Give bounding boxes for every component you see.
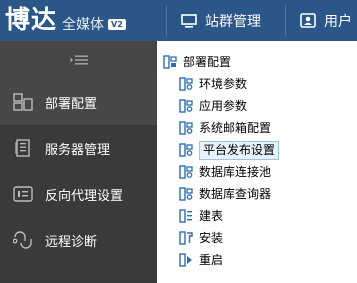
tree-node-label: 安装 [199,231,224,245]
tree-node-system-email-config[interactable]: 系统邮箱配置 [179,118,271,138]
nav-item-site-management[interactable]: 站群管理 [181,0,261,41]
version-badge: V2 [108,18,126,30]
tree-config-icon [179,121,193,135]
logo-subtitle: 全媒体 [62,16,105,33]
tree-node-label: 建表 [199,209,224,223]
tree-node-label: 系统邮箱配置 [199,121,272,135]
deploy-config-icon [13,93,33,111]
tree-node-label: 重启 [199,253,224,267]
tree-node-db-connection-pool[interactable]: 数据库连接池 [179,162,271,182]
nav-label: 用户 [324,13,352,30]
header-divider [166,5,167,36]
top-header: 博达 全媒体 V2 站群管理 用户 [0,0,357,41]
tree-config-icon [179,165,193,179]
header-divider [285,5,286,36]
tree-node-restart[interactable]: 重启 [179,250,223,270]
sidebar-item-reverse-proxy[interactable]: 反向代理设置 [0,171,157,217]
tree-node-label: 部署配置 [183,55,232,69]
sidebar-item-server-management[interactable]: 服务器管理 [0,125,157,171]
monitor-icon [181,13,197,28]
tree-table-icon [179,209,192,223]
tree-node-label: 环境参数 [199,77,248,91]
tree-node-platform-publish-settings[interactable]: 平台发布设置 [179,140,280,160]
tree-node-label: 数据库连接池 [199,165,272,179]
sidebar-item-label: 服务器管理 [45,142,111,158]
tree-restart-icon [179,253,192,267]
sidebar-item-label: 远程诊断 [45,234,98,250]
sidebar: 部署配置 服务器管理 反向代理设置 远程诊断 [0,41,157,283]
sidebar-item-label: 反向代理设置 [45,188,124,204]
tree-config-icon [179,187,193,201]
user-icon [300,13,316,28]
sidebar-collapse-button[interactable] [0,41,157,79]
config-tree: 部署配置 环境参数 应用参数 系统邮箱配置 平台发布设置 数据库连接池 数据库查… [157,41,357,283]
tree-node-install[interactable]: 安装 [179,228,223,248]
server-icon [15,139,30,157]
tree-folder-icon [163,55,177,69]
nav-label: 站群管理 [205,13,261,30]
tree-install-icon [179,231,193,245]
sidebar-item-label: 部署配置 [45,96,98,112]
tree-node-label: 数据库查询器 [199,187,272,201]
tree-node-db-query-tool[interactable]: 数据库查询器 [179,184,271,204]
diagnose-icon [13,231,32,249]
nav-item-user[interactable]: 用户 [300,0,352,41]
tree-config-icon [179,143,193,157]
tree-root-deploy-config[interactable]: 部署配置 [163,52,231,72]
tree-config-icon [179,99,193,113]
proxy-icon [13,186,33,202]
tree-config-icon [179,77,193,91]
app-logo[interactable]: 博达 全媒体 V2 [5,3,126,37]
tree-node-label: 应用参数 [199,99,248,113]
tree-node-create-tables[interactable]: 建表 [179,206,223,226]
tree-node-environment-params[interactable]: 环境参数 [179,74,247,94]
sidebar-item-remote-diagnosis[interactable]: 远程诊断 [0,217,157,263]
collapse-menu-icon [70,55,88,65]
sidebar-item-deploy-config[interactable]: 部署配置 [0,79,157,125]
tree-node-application-params[interactable]: 应用参数 [179,96,247,116]
logo-text: 博达 [5,5,58,34]
tree-node-label: 平台发布设置 [199,140,280,160]
